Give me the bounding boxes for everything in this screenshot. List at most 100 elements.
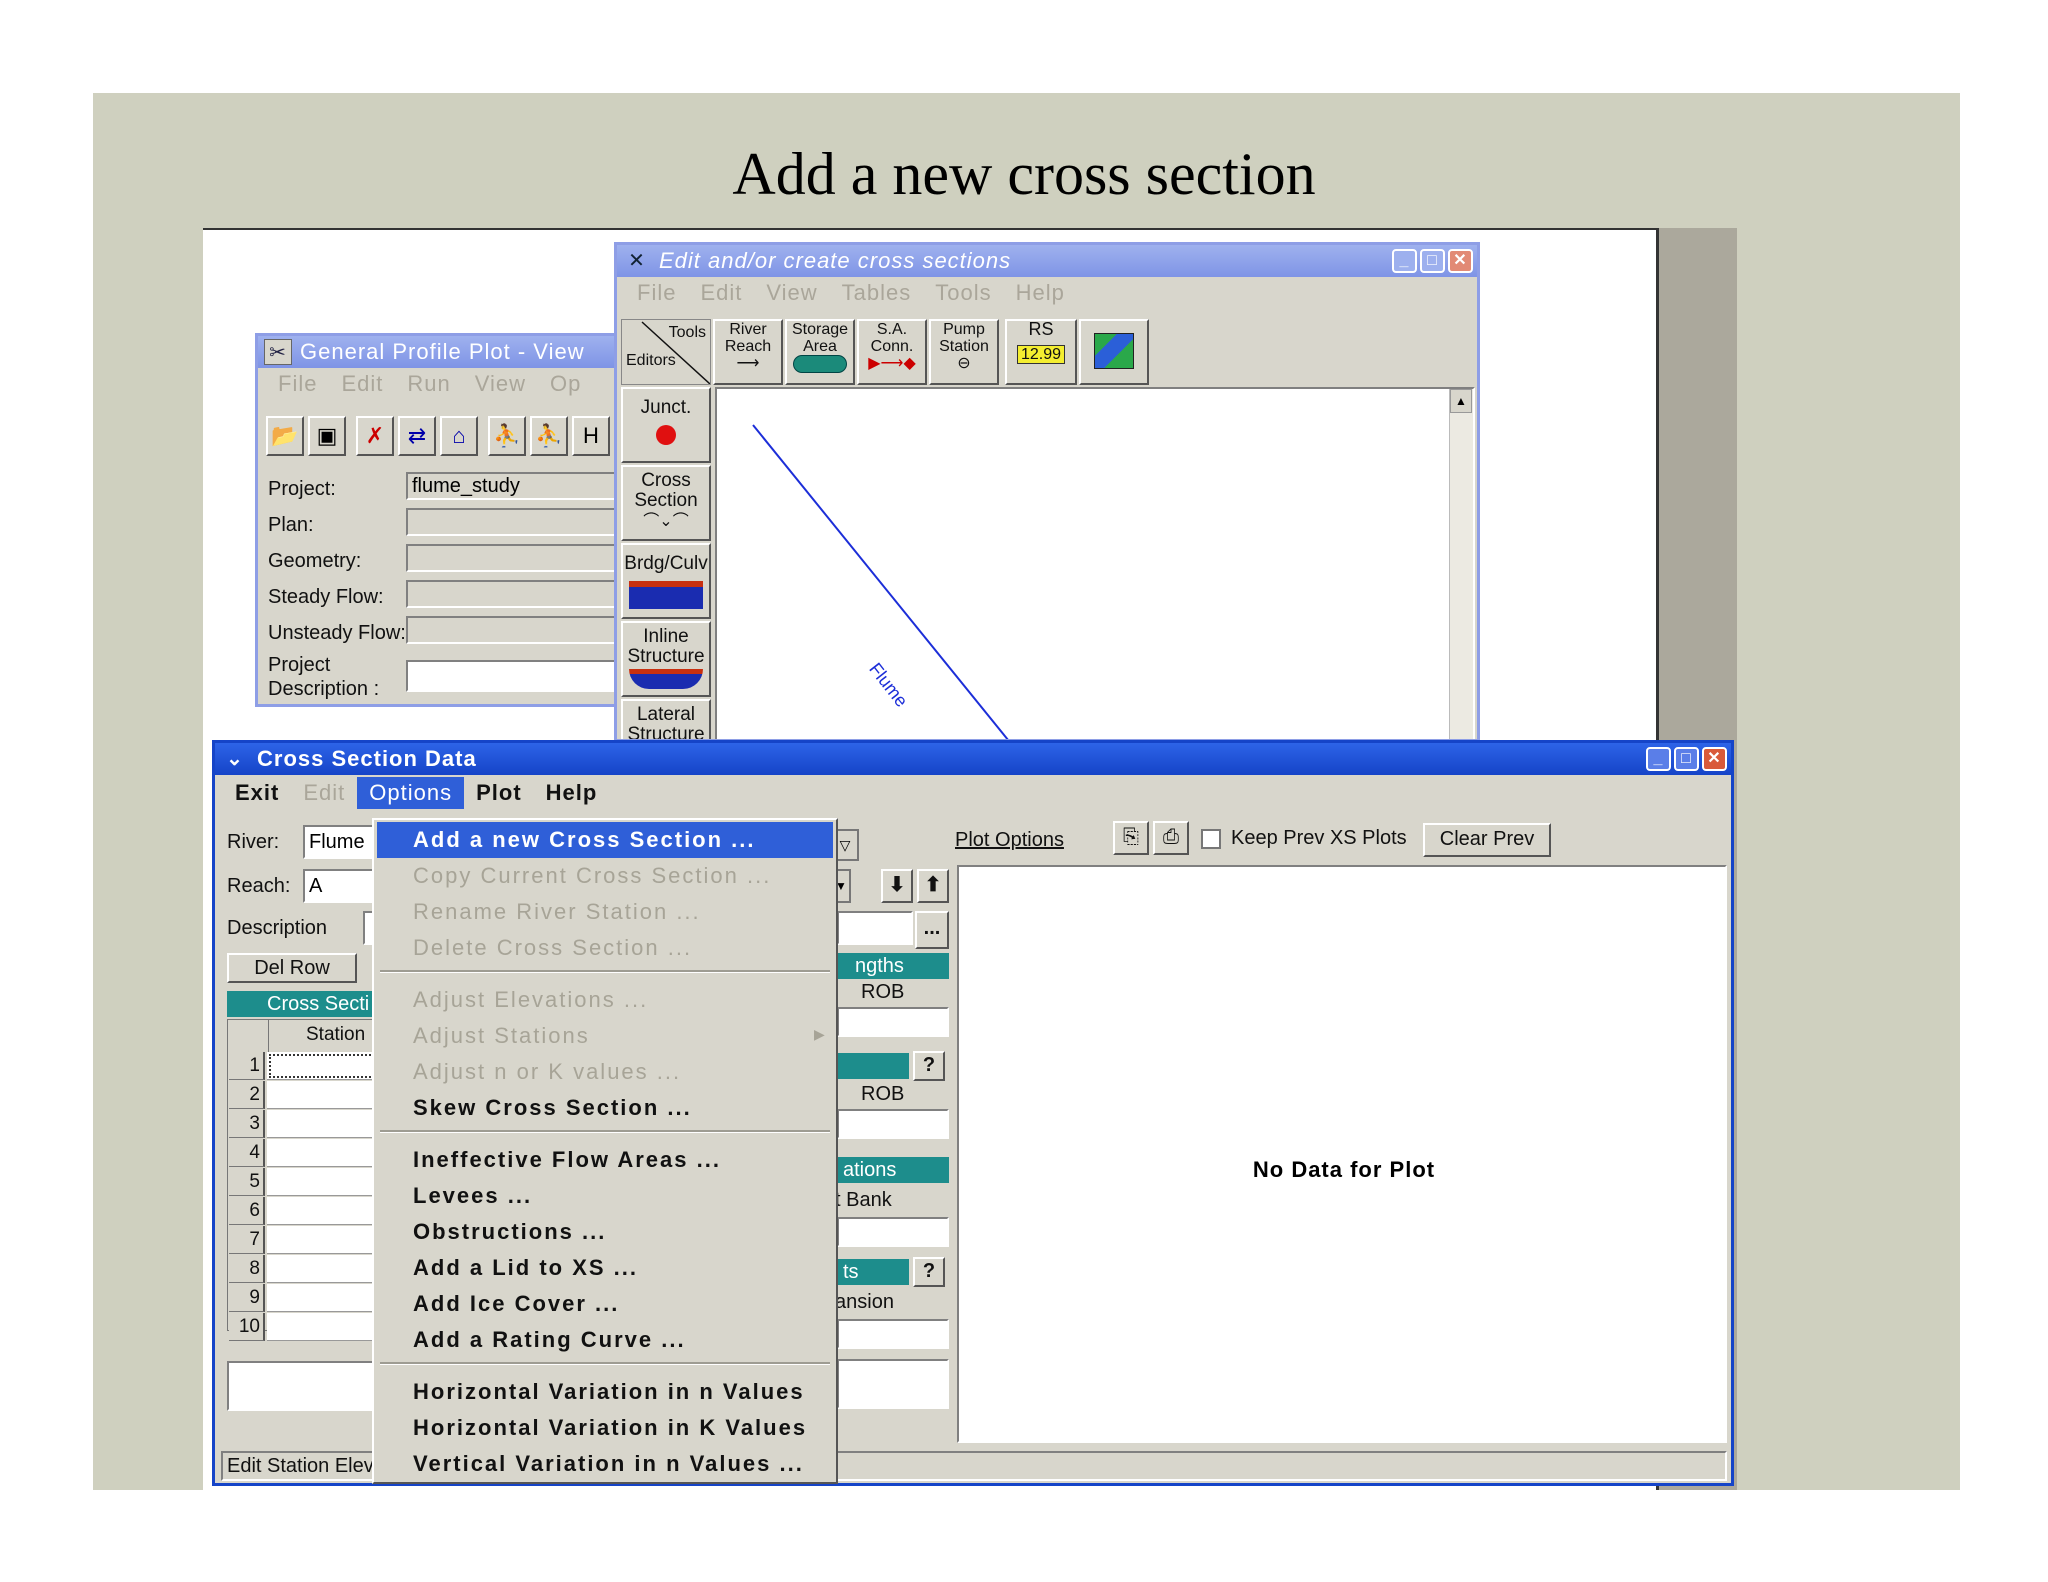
xsd-menu-options[interactable]: Options <box>357 777 465 809</box>
plot-options-link[interactable]: Plot Options <box>955 829 1064 852</box>
mannings-help-button[interactable]: ? <box>913 1051 945 1081</box>
river-station-button[interactable]: RS 12.99 <box>1005 319 1077 385</box>
lower-right-field[interactable] <box>837 1359 949 1409</box>
next-xs-up-button[interactable]: ⬆ <box>917 869 949 903</box>
geometry-field[interactable] <box>406 544 622 572</box>
station-cell[interactable] <box>267 1284 385 1312</box>
description-more-button[interactable]: ... <box>915 911 949 949</box>
station-cell[interactable] <box>267 1081 385 1109</box>
minimize-icon[interactable]: _ <box>1392 249 1417 273</box>
row-number[interactable]: 7 <box>229 1226 265 1254</box>
menu-add-new-cross-section[interactable]: Add a new Cross Section ... <box>377 822 833 858</box>
ecs-menu-tables[interactable]: Tables <box>830 277 924 309</box>
xsd-menu-edit[interactable]: Edit <box>291 777 357 809</box>
menu-horizontal-variation-n[interactable]: Horizontal Variation in n Values <box>377 1374 833 1410</box>
run-icon[interactable]: ⛹ <box>488 416 526 456</box>
storage-area-button[interactable]: Storage Area <box>785 319 855 385</box>
ecs-menu-tools[interactable]: Tools <box>923 277 1003 309</box>
close-icon[interactable]: ✕ <box>1702 747 1727 771</box>
map-button[interactable] <box>1079 319 1149 385</box>
h-button[interactable]: H <box>572 416 610 456</box>
row-number[interactable]: 10 <box>229 1313 265 1341</box>
gpp-menu-run[interactable]: Run <box>395 368 462 400</box>
river-field[interactable]: Flume <box>303 825 383 859</box>
row-number[interactable]: 8 <box>229 1255 265 1283</box>
xsd-titlebar[interactable]: ⌄ Cross Section Data _ □ ✕ <box>215 743 1731 775</box>
menu-add-ice-cover[interactable]: Add Ice Cover ... <box>377 1286 833 1322</box>
profile-plot-icon[interactable]: ✗ <box>356 416 394 456</box>
rating-curve-icon[interactable]: ⌂ <box>440 416 478 456</box>
gpp-menu-view[interactable]: View <box>463 368 538 400</box>
station-cell[interactable] <box>267 1110 385 1138</box>
expansion-field[interactable] <box>837 1319 949 1349</box>
coefficients-help-button[interactable]: ? <box>913 1257 945 1287</box>
open-folder-icon[interactable]: 📂 <box>266 416 304 456</box>
row-number[interactable]: 4 <box>229 1139 265 1167</box>
menu-adjust-n-or-k-values[interactable]: Adjust n or K values ... <box>377 1054 833 1090</box>
general-profile-plot-window[interactable]: ✂ General Profile Plot - View File Edit … <box>255 333 625 707</box>
ecs-menu-view[interactable]: View <box>754 277 829 309</box>
steady-flow-field[interactable] <box>406 580 622 608</box>
cross-section-button[interactable]: Cross Section ⌒⌄⌒ <box>621 465 711 541</box>
maximize-icon[interactable]: □ <box>1420 249 1445 273</box>
run-unsteady-icon[interactable]: ⛹ <box>530 416 568 456</box>
river-reach-button[interactable]: River Reach ⟶ <box>713 319 783 385</box>
options-dropdown-menu[interactable]: Add a new Cross Section ... Copy Current… <box>372 818 838 1484</box>
sa-connection-button[interactable]: S.A. Conn. ▶⟶◆ <box>857 319 927 385</box>
station-cell[interactable] <box>267 1255 385 1283</box>
scroll-up-icon[interactable]: ▲ <box>1450 389 1472 413</box>
menu-skew-cross-section[interactable]: Skew Cross Section ... <box>377 1090 833 1126</box>
menu-adjust-stations[interactable]: Adjust Stations <box>377 1018 833 1054</box>
menu-rename-river-station[interactable]: Rename River Station ... <box>377 894 833 930</box>
row-number[interactable]: 1 <box>229 1052 265 1080</box>
minimize-icon[interactable]: _ <box>1646 747 1671 771</box>
menu-obstructions[interactable]: Obstructions ... <box>377 1214 833 1250</box>
gpp-menu-options[interactable]: Op <box>538 368 593 400</box>
inline-structure-button[interactable]: Inline Structure <box>621 621 711 697</box>
ecs-titlebar[interactable]: ✕ Edit and/or create cross sections _ □ … <box>617 245 1477 277</box>
gpp-menu-file[interactable]: File <box>266 368 329 400</box>
clear-prev-button[interactable]: Clear Prev <box>1423 823 1551 857</box>
unsteady-flow-field[interactable] <box>406 616 622 644</box>
plot-area[interactable]: No Data for Plot <box>957 865 1727 1443</box>
menu-ineffective-flow-areas[interactable]: Ineffective Flow Areas ... <box>377 1142 833 1178</box>
row-number[interactable]: 3 <box>229 1110 265 1138</box>
cross-section-plot-icon[interactable]: ⇄ <box>398 416 436 456</box>
plan-field[interactable] <box>406 508 622 536</box>
schematic-canvas[interactable]: Flume ▲ <box>715 387 1475 742</box>
description-field-right[interactable] <box>837 911 913 945</box>
menu-levees[interactable]: Levees ... <box>377 1178 833 1214</box>
vertical-scrollbar[interactable]: ▲ <box>1449 389 1473 739</box>
station-cell[interactable] <box>267 1197 385 1225</box>
rob-length-field[interactable] <box>837 1007 949 1037</box>
next-xs-down-button[interactable]: ⬇ <box>881 869 913 903</box>
gpp-titlebar[interactable]: ✂ General Profile Plot - View <box>258 336 622 368</box>
del-row-button[interactable]: Del Row <box>227 953 357 983</box>
ecs-menu-help[interactable]: Help <box>1004 277 1077 309</box>
xsd-menu-help[interactable]: Help <box>534 777 610 809</box>
station-cell[interactable] <box>267 1313 385 1341</box>
right-bank-field[interactable] <box>837 1217 949 1247</box>
station-cell[interactable] <box>267 1052 385 1080</box>
river-reach-line[interactable] <box>717 389 1475 742</box>
gpp-menu-edit[interactable]: Edit <box>329 368 395 400</box>
bridge-culvert-button[interactable]: Brdg/Culv <box>621 543 711 619</box>
project-description-field[interactable] <box>406 660 622 692</box>
print-icon[interactable]: ⎙ <box>1153 821 1189 855</box>
ecs-menu-edit[interactable]: Edit <box>688 277 754 309</box>
junction-button[interactable]: Junct. <box>621 387 711 463</box>
station-cell[interactable] <box>267 1168 385 1196</box>
xs-notes-field[interactable] <box>227 1361 387 1411</box>
xsd-menu-plot[interactable]: Plot <box>464 777 534 809</box>
menu-add-rating-curve[interactable]: Add a Rating Curve ... <box>377 1322 833 1358</box>
row-number[interactable]: 9 <box>229 1284 265 1312</box>
station-cell[interactable] <box>267 1226 385 1254</box>
pump-station-button[interactable]: Pump Station ⊖ <box>929 319 999 385</box>
row-number[interactable]: 2 <box>229 1081 265 1109</box>
menu-adjust-elevations[interactable]: Adjust Elevations ... <box>377 982 833 1018</box>
menu-copy-current-cross-section[interactable]: Copy Current Cross Section ... <box>377 858 833 894</box>
save-icon[interactable]: ▣ <box>308 416 346 456</box>
keep-prev-checkbox[interactable] <box>1201 829 1221 849</box>
xsd-menu-exit[interactable]: Exit <box>223 777 291 809</box>
station-cell[interactable] <box>267 1139 385 1167</box>
